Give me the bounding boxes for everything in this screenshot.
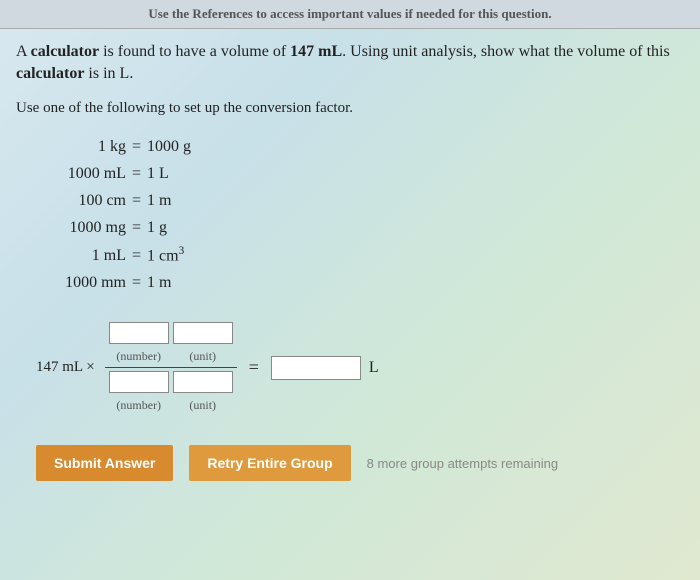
bold-text: calculator [31, 43, 99, 60]
given-value: 147 mL × [36, 359, 95, 376]
answer-input[interactable] [271, 356, 361, 380]
rhs: 1 L [147, 160, 169, 187]
denominator-number-input[interactable] [109, 371, 169, 393]
conversion-list: 1 kg = 1000 g 1000 mL = 1 L 100 cm = 1 m… [46, 133, 684, 296]
label: (unit) [173, 349, 233, 364]
denominator-labels: (number) (unit) [105, 396, 237, 415]
lhs: 1000 mm [46, 269, 126, 296]
sub-instruction: Use one of the following to set up the c… [16, 100, 684, 117]
conversion-row: 1000 mg = 1 g [46, 214, 684, 241]
rhs: 1 m [147, 187, 171, 214]
lhs: 100 cm [46, 187, 126, 214]
label: (number) [109, 398, 169, 413]
text: . Using unit analysis, show what the vol… [342, 43, 670, 60]
text: A [16, 43, 31, 60]
numerator-labels: (number) (unit) [105, 347, 237, 366]
submit-button[interactable]: Submit Answer [36, 445, 173, 481]
retry-button[interactable]: Retry Entire Group [189, 445, 350, 481]
lhs: 1 kg [46, 133, 126, 160]
conversion-row: 1000 mm = 1 m [46, 269, 684, 296]
lhs: 1 mL [46, 242, 126, 269]
bold-value: 147 mL [290, 43, 342, 60]
numerator-unit-input[interactable] [173, 322, 233, 344]
question-prompt: A calculator is found to have a volume o… [16, 41, 684, 86]
references-text: Use the References to access important v… [148, 6, 551, 21]
bold-text: calculator [16, 65, 84, 82]
fraction-line [105, 367, 237, 368]
numerator-row [105, 320, 237, 346]
label: (unit) [173, 398, 233, 413]
rhs: 1 cm3 [147, 242, 184, 270]
label: (number) [109, 349, 169, 364]
rhs: 1 m [147, 269, 171, 296]
text: is in L. [84, 65, 133, 82]
output-unit: L [369, 359, 379, 377]
denominator-unit-input[interactable] [173, 371, 233, 393]
button-row: Submit Answer Retry Entire Group 8 more … [36, 445, 684, 481]
rhs: 1 g [147, 214, 167, 241]
conversion-row: 1000 mL = 1 L [46, 160, 684, 187]
attempts-remaining: 8 more group attempts remaining [367, 456, 558, 471]
denominator-row [105, 369, 237, 395]
conversion-fraction: (number) (unit) (number) (unit) [105, 320, 237, 415]
conversion-row: 1 mL = 1 cm3 [46, 242, 684, 270]
work-area: 147 mL × (number) (unit) (number) (unit)… [36, 320, 684, 415]
text: is found to have a volume of [99, 43, 290, 60]
equals-sign: = [249, 357, 259, 378]
lhs: 1000 mL [46, 160, 126, 187]
question-content: A calculator is found to have a volume o… [0, 29, 700, 493]
conversion-row: 100 cm = 1 m [46, 187, 684, 214]
lhs: 1000 mg [46, 214, 126, 241]
rhs: 1000 g [147, 133, 191, 160]
conversion-row: 1 kg = 1000 g [46, 133, 684, 160]
references-banner: Use the References to access important v… [0, 0, 700, 29]
numerator-number-input[interactable] [109, 322, 169, 344]
